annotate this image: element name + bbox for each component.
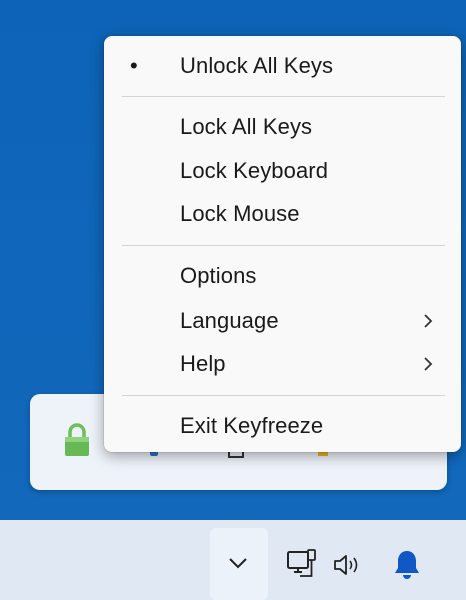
menu-item-label: Unlock All Keys [180, 53, 334, 78]
volume-icon[interactable] [332, 552, 364, 578]
menu-item-label: Help [180, 351, 226, 376]
menu-item-label: Lock Mouse [180, 201, 300, 226]
menu-item-lock-all-keys[interactable]: Lock All Keys [104, 107, 461, 147]
menu-item-language[interactable]: Language [104, 301, 461, 341]
menu-item-options[interactable]: Options [104, 256, 461, 296]
network-icon[interactable] [286, 548, 320, 582]
selected-bullet-icon: • [130, 53, 138, 78]
menu-item-help[interactable]: Help [104, 344, 461, 384]
menu-item-label: Lock Keyboard [180, 158, 329, 183]
menu-item-exit-keyfreeze[interactable]: Exit Keyfreeze [104, 406, 461, 446]
menu-item-lock-keyboard[interactable]: Lock Keyboard [104, 151, 461, 191]
notification-bell-icon[interactable] [392, 548, 422, 582]
keyfreeze-lock-icon[interactable] [62, 422, 92, 458]
menu-separator [122, 96, 445, 97]
chevron-up-icon [229, 558, 247, 569]
menu-item-lock-mouse[interactable]: Lock Mouse [104, 194, 461, 234]
menu-item-label: Language [180, 308, 279, 333]
menu-item-label: Exit Keyfreeze [180, 413, 324, 438]
chevron-right-icon [424, 314, 433, 328]
menu-item-label: Lock All Keys [180, 114, 313, 139]
menu-item-unlock-all-keys[interactable]: • Unlock All Keys [104, 46, 461, 86]
menu-separator [122, 245, 445, 246]
menu-item-label: Options [180, 263, 257, 288]
menu-separator [122, 395, 445, 396]
context-menu: • Unlock All Keys Lock All Keys Lock Key… [104, 36, 461, 452]
chevron-right-icon [424, 357, 433, 371]
